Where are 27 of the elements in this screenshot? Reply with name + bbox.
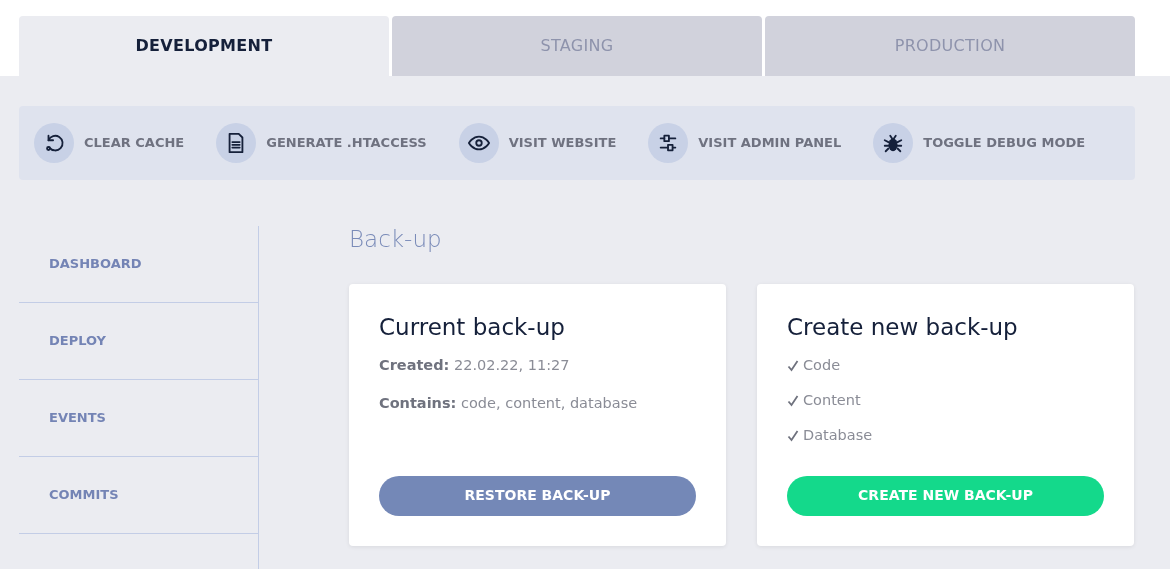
bug-icon <box>873 123 914 163</box>
toolbar-button[interactable]: CLEAR CACHE <box>34 123 185 163</box>
option-label: Database <box>803 425 873 445</box>
section-heading: Back-up <box>349 226 443 254</box>
sliders-icon <box>648 123 689 163</box>
eye-icon <box>458 123 499 163</box>
option-label: Code <box>803 356 841 376</box>
sidebar-item[interactable]: DEPLOY <box>19 303 258 380</box>
toolbar-button[interactable]: VISIT WEBSITE <box>458 123 617 163</box>
info-text: Created: 22.02.22, 11:27 <box>379 356 571 376</box>
environment-tab[interactable]: DEVELOPMENT <box>19 16 389 76</box>
sidebar-item[interactable]: DASHBOARD <box>19 226 258 303</box>
toolbar-button[interactable]: GENERATE .HTACCESS <box>216 123 427 163</box>
environment-tab[interactable]: STAGING <box>392 16 762 76</box>
sidebar-item[interactable]: EVENTS <box>19 380 258 457</box>
toolbar-button[interactable]: TOGGLE DEBUG MODE <box>873 123 1086 163</box>
info-text: Contains: code, content, database <box>379 393 639 413</box>
create-backup-button[interactable]: CREATE NEW BACK-UP <box>787 475 1104 516</box>
document-icon <box>216 123 257 163</box>
environment-tab[interactable]: PRODUCTION <box>765 16 1135 76</box>
toolbar-button[interactable]: VISIT ADMIN PANEL <box>648 123 842 163</box>
refresh-icon <box>34 123 74 163</box>
restore-button[interactable]: RESTORE BACK-UP <box>379 475 696 516</box>
option-label: Content <box>803 390 861 410</box>
sidebar-item[interactable]: COMMITS <box>19 457 258 534</box>
card-title: Current back-up <box>379 313 566 342</box>
card-title: Create new back-up <box>787 313 1019 342</box>
